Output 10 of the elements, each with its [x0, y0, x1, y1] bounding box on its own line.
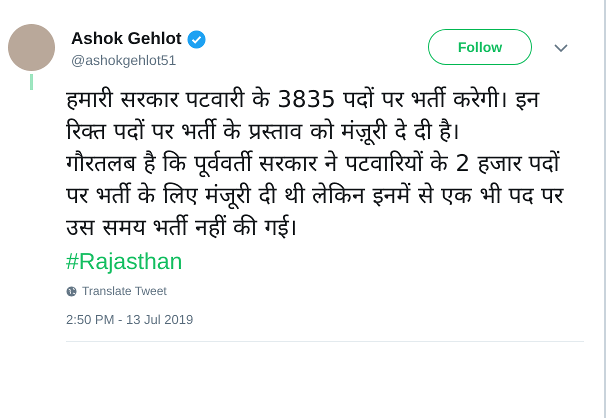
- tweet-text: हमारी सरकार पटवारी के 3835 पदों पर भर्ती करेगी। इन रिक्त पदों पर भर्ती के प्रस्ताव को मंज़ूरी दे दी है।: [66, 85, 541, 148]
- tweet-timestamp[interactable]: 2:50 PM - 13 Jul 2019: [66, 312, 194, 327]
- author-name[interactable]: Ashok Gehlot: [71, 29, 182, 49]
- follow-button[interactable]: Follow: [428, 29, 532, 65]
- author-handle[interactable]: @ashokgehlot51: [71, 52, 428, 68]
- translate-link[interactable]: Translate Tweet: [66, 284, 167, 298]
- caret-icon[interactable]: [554, 44, 568, 52]
- globe-icon: [66, 286, 77, 296]
- tweet-text: गौरतलब है कि पूर्ववर्ती सरकार ने पटवारियों के 2 हजार पदों पर भर्ती के लिए मंजूरी दी थी लेकिन इनमें से एक भी पद पर उस समय भर्ती नहीं की गई।: [66, 149, 565, 243]
- hashtag-link[interactable]: #Rajasthan: [66, 244, 182, 278]
